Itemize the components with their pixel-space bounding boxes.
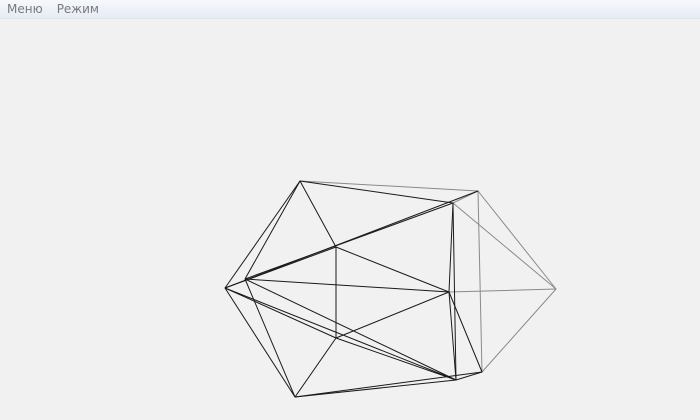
edge (224, 287, 296, 398)
edge (335, 337, 457, 381)
edge (294, 337, 337, 398)
edge (244, 180, 301, 280)
menu-item-mode[interactable]: Режим (51, 1, 107, 18)
edge (244, 278, 296, 398)
edge (224, 180, 301, 289)
edge (452, 202, 557, 290)
edge (335, 291, 450, 339)
render-viewport[interactable] (0, 19, 700, 420)
edge (299, 180, 479, 192)
edge (244, 278, 457, 381)
edge (448, 288, 557, 293)
edge (299, 180, 337, 248)
edge (299, 180, 454, 204)
edge (335, 246, 450, 293)
edge (244, 278, 450, 293)
edge (224, 287, 457, 381)
edge (481, 288, 557, 373)
edge (477, 190, 557, 290)
edge (477, 190, 483, 373)
edge (455, 371, 483, 381)
menu-bar: Меню Режим (0, 0, 700, 19)
edge (224, 246, 337, 289)
edge (294, 379, 457, 398)
edge (294, 371, 483, 398)
wireframe-icosahedron (224, 180, 557, 398)
edge (448, 202, 454, 293)
menu-item-menu[interactable]: Меню (1, 1, 51, 18)
